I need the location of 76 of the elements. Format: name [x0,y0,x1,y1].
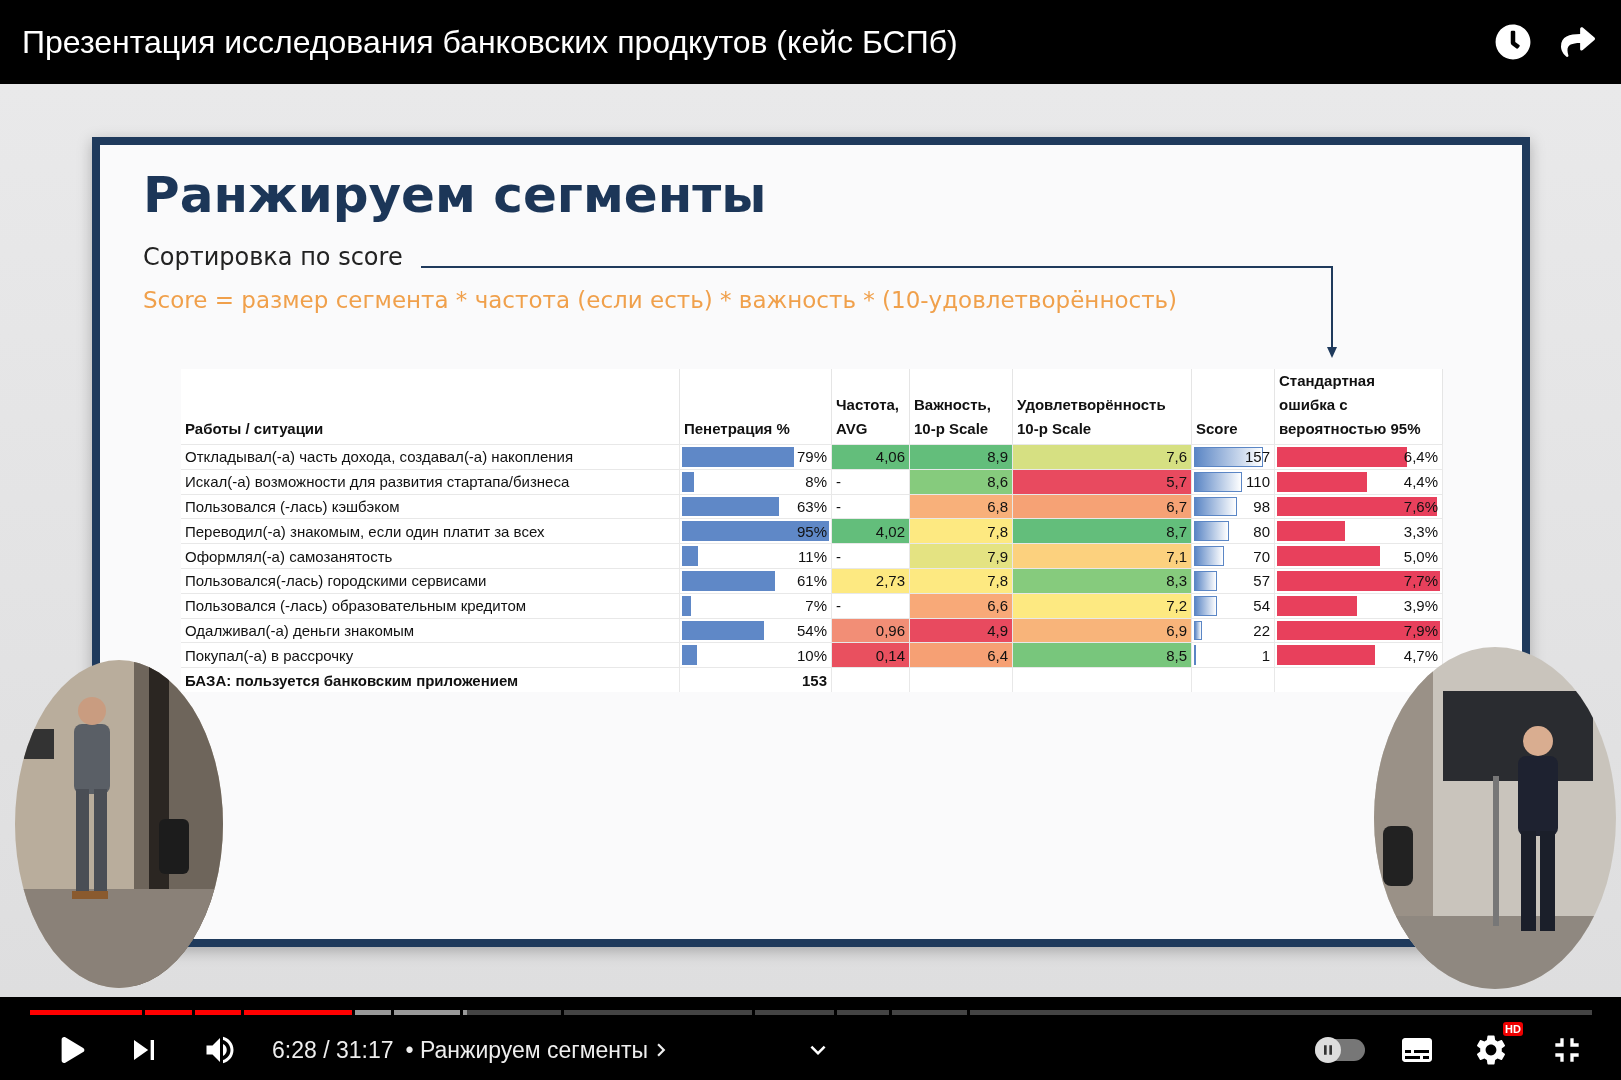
slide-title: Ранжируем сегменты [143,165,767,225]
table-cell: 8,5 [1013,642,1192,668]
table-cell: Покупал(-а) в рассрочку [181,642,680,668]
clock-icon[interactable] [1495,24,1531,60]
table-cell: 7,9% [1275,617,1443,643]
table-cell: 54 [1192,592,1275,618]
table-cell: 22 [1192,617,1275,643]
table-cell: Пользовался (-лась) образовательным кредитом [181,592,680,618]
table-cell: 7% [680,592,832,618]
table-cell: 2,73 [832,568,910,593]
time-display: 6:28 / 31:17 [272,1036,394,1064]
table-cell: 80 [1192,518,1275,544]
formula-text: Score = размер сегмента * частота (если есть) * важность * (10-удовлетворённость) [143,287,1178,313]
table-cell: 7,7% [1275,568,1443,593]
column-header: Удовлетворённость 10-p Scale [1017,395,1166,439]
autoplay-toggle[interactable] [1315,1039,1365,1061]
table-cell: 0,14 [832,642,910,668]
column-header: Score [1196,419,1238,439]
table-cell: Искал(-а) возможности для развития стартапа/бизнеса [181,468,680,494]
table-cell: 4,7% [1275,642,1443,668]
table-cell: 1 [1192,642,1275,668]
table-cell: 79% [680,444,832,469]
table-cell: 7,2 [1013,592,1192,618]
chapter-button[interactable]: • Ранжируем сегменты [405,1036,675,1064]
column-header: Важность, 10-p Scale [914,395,991,439]
table-cell: 6,9 [1013,617,1192,643]
table-cell: 4,06 [832,444,910,469]
column-header: Частота, AVG [836,395,900,439]
table-cell: 6,4 [910,642,1013,668]
table-cell: 7,1 [1013,543,1192,568]
table-cell: 5,7 [1013,468,1192,494]
table-cell: 0,96 [832,617,910,643]
table-cell: 70 [1192,543,1275,568]
table-cell: 5,0% [1275,543,1443,568]
table-cell: 4,9 [910,617,1013,643]
table-cell: 6,8 [910,493,1013,519]
table-cell: 3,3% [1275,518,1443,544]
table-cell: 8,3 [1013,568,1192,593]
table-cell: Пользовался(-лась) городскими сервисами [181,568,680,593]
table-cell: 3,9% [1275,592,1443,618]
column-header: Работы / ситуации [185,419,324,439]
table-cell: 8,9 [910,444,1013,469]
progress-bar[interactable] [30,1010,1592,1015]
table-cell: 153 [680,667,832,692]
table-cell: 61% [680,568,832,593]
table-cell: 7,6 [1013,444,1192,469]
column-header: Пенетрация % [684,419,790,439]
table-cell: 10% [680,642,832,668]
table-cell: 6,7 [1013,493,1192,519]
table-cell: 98 [1192,493,1275,519]
table-cell: 110 [1192,468,1275,494]
table-cell: Одалживал(-а) деньги знакомым [181,617,680,643]
table-cell: 63% [680,493,832,519]
table-cell: 95% [680,518,832,544]
table-cell: 4,02 [832,518,910,544]
table-cell: Переводил(-а) знакомым, если один платит за всех [181,518,680,544]
table-cell: 7,8 [910,568,1013,593]
table-cell: 11% [680,543,832,568]
table-cell: 8% [680,468,832,494]
column-header: Стандартная ошибка с вероятностью 95% [1279,371,1421,439]
table-cell: 6,6 [910,592,1013,618]
share-icon[interactable] [1561,25,1595,59]
table-cell: Оформлял(-а) самозанятость [181,543,680,568]
table-cell: Пользовался (-лась) кэшбэком [181,493,680,519]
hd-badge: HD [1503,1022,1523,1036]
table-cell: 7,9 [910,543,1013,568]
table-cell: 8,7 [1013,518,1192,544]
table-cell: 4,4% [1275,468,1443,494]
table-cell: БАЗА: пользуется банковским приложением [181,667,680,692]
table-cell: 57 [1192,568,1275,593]
video-title: Презентация исследования банковских продкутов (кейс БСПб) [22,23,959,61]
table-cell: 54% [680,617,832,643]
table-cell: 7,8 [910,518,1013,544]
slide-subtitle: Сортировка по score [143,243,403,271]
table-cell: 8,6 [910,468,1013,494]
table-cell: Откладывал(-а) часть дохода, создавал(-а) накопления [181,444,680,469]
